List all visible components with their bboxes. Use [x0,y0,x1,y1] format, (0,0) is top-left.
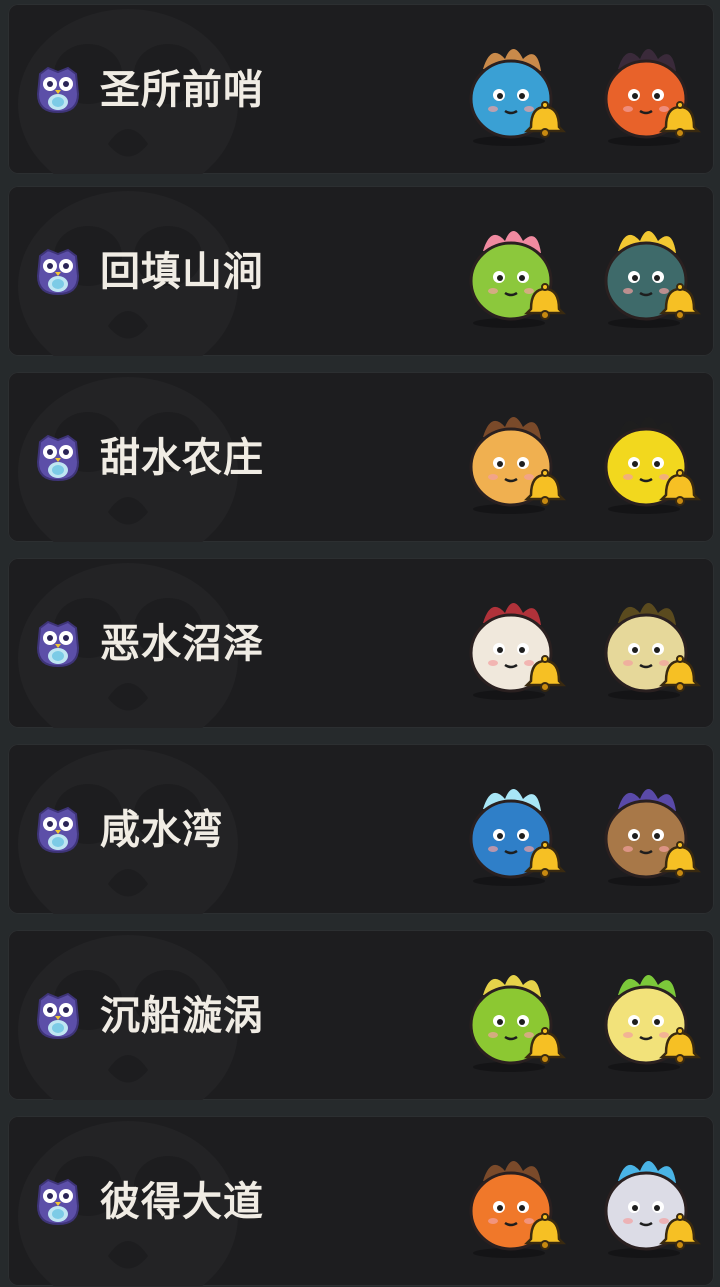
owl-badge-icon [32,64,84,116]
swamp-bug-pet-icon [588,583,708,703]
clover-seed-pet-icon [588,955,708,1075]
location-card-4[interactable]: 恶水沼泽 [8,558,714,728]
location-card-5[interactable]: 咸水湾 [8,744,714,914]
teal-robot-pet-icon [588,211,708,331]
yellow-duck-pet-icon [588,397,708,517]
green-slime-pet-icon [453,955,573,1075]
fire-horn-pet-icon [453,1141,573,1261]
green-sprout-pet-icon [453,211,573,331]
orange-flame-bird-pet-icon [588,29,708,149]
location-name: 彼得大道 [100,1179,264,1225]
blue-boar-pet-icon [453,29,573,149]
location-name: 甜水农庄 [100,435,264,481]
rabbit-hood-pet-icon [453,583,573,703]
location-card-6[interactable]: 沉船漩涡 [8,930,714,1100]
crystal-whale-pet-icon [453,769,573,889]
orange-cat-pet-icon [453,397,573,517]
location-card-1[interactable]: 圣所前哨 [8,4,714,174]
owl-badge-icon [32,990,84,1042]
location-name: 沉船漩涡 [100,993,264,1039]
owl-badge-icon [32,1176,84,1228]
location-name: 回填山涧 [100,249,264,295]
brown-fish-pet-icon [588,769,708,889]
location-name: 恶水沼泽 [100,621,264,667]
owl-badge-icon [32,432,84,484]
location-card-7[interactable]: 彼得大道 [8,1116,714,1286]
location-card-2[interactable]: 回填山涧 [8,186,714,356]
owl-badge-icon [32,246,84,298]
location-name: 圣所前哨 [100,67,264,113]
location-card-3[interactable]: 甜水农庄 [8,372,714,542]
white-ghost-pet-icon [588,1141,708,1261]
owl-badge-icon [32,804,84,856]
owl-badge-icon [32,618,84,670]
location-name: 咸水湾 [100,807,223,853]
location-list: 圣所前哨 回填山涧 甜水农庄 恶水沼泽 咸水湾 沉船漩涡 彼得大道 [0,0,720,1287]
